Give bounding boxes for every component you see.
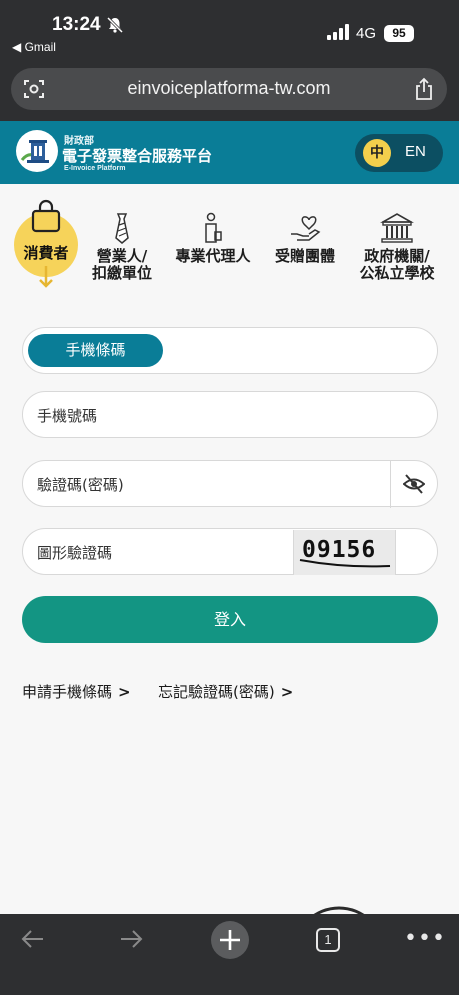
chevron-right-icon: >: [118, 683, 131, 701]
eye-slash-icon: [403, 474, 425, 494]
captcha-input[interactable]: 圖形驗證碼 09156: [22, 528, 438, 575]
network-type: 4G: [356, 25, 377, 42]
share-icon[interactable]: [413, 77, 435, 101]
url-text[interactable]: einvoiceplatforma-tw.com: [11, 78, 447, 99]
status-time: 13:24: [52, 14, 101, 35]
captcha-placeholder: 圖形驗證碼: [37, 544, 113, 562]
role-label-consumer: 消費者: [23, 244, 69, 262]
browser-top-chrome: 13:24 ◀ Gmail 4G 95 einvoiceplatforma-tw…: [0, 0, 459, 121]
role-tabs: 消費者 營業人/ 扣繳單位 專業代理人 受贈團體 政府機關/ 公私立學校: [0, 196, 459, 306]
battery-indicator: 95: [384, 25, 414, 42]
role-label-gov-2: 公私立學校: [359, 264, 435, 282]
signal-icon: [327, 24, 349, 40]
role-label-business-1: 營業人/: [96, 247, 148, 265]
role-label-business-2: 扣繳單位: [91, 264, 152, 282]
site-subtitle-en: E-Invoice Platform: [64, 165, 126, 172]
role-label-gov-1: 政府機關/: [364, 247, 430, 265]
forgot-password-link[interactable]: 忘記驗證碼(密碼) >: [158, 681, 293, 702]
password-input[interactable]: 驗證碼(密碼): [22, 460, 438, 508]
login-button[interactable]: 登入: [22, 596, 438, 643]
apply-barcode-label: 申請手機條碼: [22, 683, 113, 701]
role-tab-business[interactable]: 營業人/ 扣繳單位: [86, 196, 158, 282]
tab-switcher-button[interactable]: 1: [316, 928, 340, 952]
lang-zh-button[interactable]: 中: [363, 139, 391, 167]
toggle-password-visibility[interactable]: [390, 461, 437, 508]
role-tab-agent[interactable]: 專業代理人: [168, 196, 258, 265]
back-to-app-link[interactable]: ◀ Gmail: [12, 40, 56, 54]
agent-person-icon: [205, 212, 222, 243]
new-tab-button[interactable]: [211, 921, 249, 959]
role-tab-donee[interactable]: 受贈團體: [268, 196, 342, 265]
forgot-password-label: 忘記驗證碼(密碼): [158, 683, 275, 701]
shopping-bag-icon: [31, 199, 61, 233]
tab-mobile-barcode[interactable]: 手機條碼: [28, 334, 163, 367]
plus-icon: [220, 930, 240, 950]
chevron-right-icon: >: [280, 683, 294, 701]
arrow-down-icon: [39, 266, 53, 288]
more-menu-icon[interactable]: •••: [404, 926, 446, 951]
phone-number-input[interactable]: 手機號碼: [22, 391, 438, 438]
role-tab-government[interactable]: 政府機關/ 公私立學校: [352, 196, 442, 282]
language-switcher[interactable]: 中 EN: [355, 134, 443, 172]
site-title[interactable]: 電子發票整合服務平台: [62, 145, 212, 166]
forward-arrow-icon[interactable]: [118, 926, 144, 952]
site-header: 財政部 電子發票整合服務平台 E-Invoice Platform 中 EN: [0, 121, 459, 184]
login-type-selector: 手機條碼: [22, 327, 438, 374]
government-building-icon: [380, 213, 414, 243]
phone-number-placeholder: 手機號碼: [37, 407, 98, 425]
ministry-logo-icon[interactable]: [16, 130, 58, 172]
role-label-agent: 專業代理人: [175, 247, 251, 265]
silent-bell-icon: [106, 16, 124, 34]
lang-en-button[interactable]: EN: [405, 143, 426, 160]
address-bar[interactable]: einvoiceplatforma-tw.com: [11, 68, 447, 110]
necktie-icon: [115, 213, 129, 244]
password-placeholder: 驗證碼(密碼): [37, 476, 124, 494]
browser-bottom-toolbar: 1 •••: [0, 914, 459, 995]
captcha-image[interactable]: 09156: [293, 530, 396, 575]
heart-hand-icon: [291, 216, 321, 241]
apply-barcode-link[interactable]: 申請手機條碼 >: [22, 681, 131, 702]
captcha-noise-line: [299, 559, 391, 568]
role-label-donee: 受贈團體: [274, 247, 335, 265]
role-tab-consumer[interactable]: 消費者: [14, 196, 78, 288]
back-arrow-icon[interactable]: [20, 926, 46, 952]
